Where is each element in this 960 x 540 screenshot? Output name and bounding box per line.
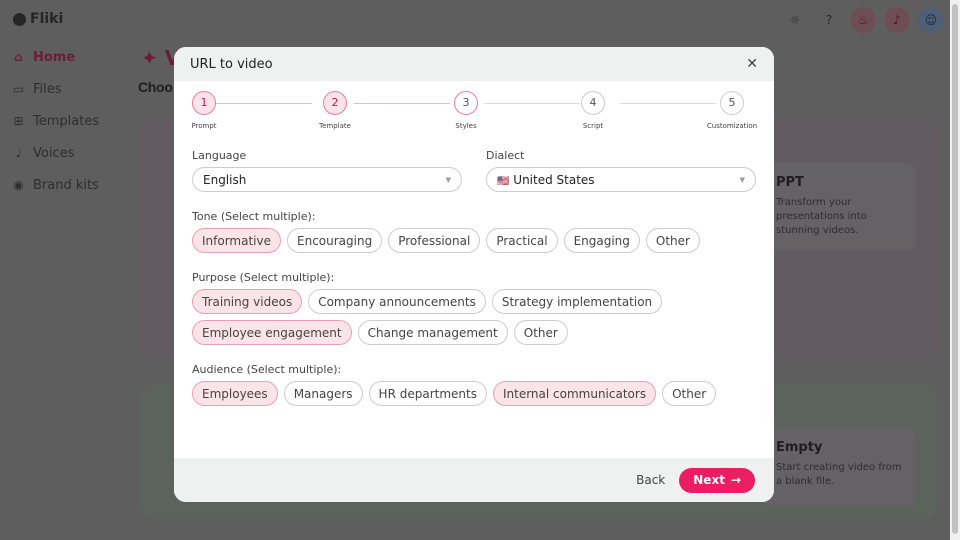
step-number: 5: [720, 91, 744, 115]
sidebar-item-files[interactable]: ▭ Files: [12, 73, 99, 105]
sidebar-item-brand-kits[interactable]: ◉ Brand kits: [12, 169, 99, 201]
tone-group: Tone (Select multiple): Informative Encour…: [192, 210, 756, 253]
step-number: 2: [323, 91, 347, 115]
folder-icon: ▭: [12, 82, 25, 96]
tone-chip[interactable]: Professional: [388, 228, 481, 253]
audience-chip[interactable]: Employees: [192, 381, 278, 406]
language-label: Language: [192, 149, 247, 162]
topbar-icons: ☼ ? ♨ ♪ ☺: [782, 7, 944, 33]
stepper: 1 Prompt 2 Template 3 Styles 4 Script 5 Custo…: [191, 81, 757, 141]
fliki-logo-icon: [13, 12, 26, 26]
tone-chip[interactable]: Informative: [192, 228, 281, 253]
sun-icon[interactable]: ☼: [782, 7, 808, 33]
ppt-card[interactable]: PPT Transform your presentations into stu…: [760, 163, 916, 250]
audience-group: Audience (Select multiple): Employees Mana…: [192, 363, 756, 406]
dialect-label: Dialect: [486, 149, 525, 162]
audience-chip[interactable]: Managers: [283, 381, 363, 406]
choose-heading: Choo: [138, 79, 173, 95]
dialect-value: United States: [513, 172, 595, 187]
arrow-right-icon: →: [730, 473, 741, 487]
microphone-icon: ♩: [15, 146, 22, 160]
next-label: Next: [693, 473, 725, 487]
step-label: Customization: [706, 122, 758, 130]
card-title: Empty: [776, 440, 823, 455]
dialog-header: URL to video ✕: [174, 47, 774, 81]
empty-card[interactable]: Empty Start creating video from a blank f…: [760, 428, 916, 506]
purpose-chip[interactable]: Training videos: [192, 289, 303, 314]
step-script[interactable]: 4 Script: [563, 91, 623, 130]
tone-chips: Informative Encouraging Professional Practi…: [192, 228, 756, 253]
purpose-chip[interactable]: Change management: [357, 320, 508, 345]
scrollbar-thumb[interactable]: [952, 4, 958, 534]
palette-icon: ◉: [13, 178, 24, 192]
purpose-chips: Training videos Company announcements Stra…: [192, 289, 756, 345]
tone-label: Tone (Select multiple):: [192, 210, 316, 223]
close-icon[interactable]: ✕: [746, 56, 758, 72]
tone-chip[interactable]: Other: [645, 228, 700, 253]
step-customization[interactable]: 5 Customization: [702, 91, 762, 130]
sidebar-item-label: Brand kits: [33, 177, 99, 193]
step-template[interactable]: 2 Template: [305, 91, 365, 130]
tone-chip[interactable]: Encouraging: [287, 228, 383, 253]
step-label: Template: [319, 122, 351, 130]
step-label: Styles: [455, 122, 477, 130]
templates-icon: ⊞: [13, 114, 24, 128]
sidebar-item-label: Templates: [33, 113, 100, 129]
purpose-label: Purpose (Select multiple):: [192, 271, 335, 284]
help-icon[interactable]: ?: [816, 7, 842, 33]
audience-chip[interactable]: Other: [662, 381, 717, 406]
step-prompt[interactable]: 1 Prompt: [174, 91, 234, 130]
fire-icon[interactable]: ♨: [850, 7, 876, 33]
audience-chips: Employees Managers HR departments Internal …: [192, 381, 756, 406]
purpose-chip[interactable]: Strategy implementation: [491, 289, 663, 314]
audience-chip[interactable]: HR departments: [368, 381, 487, 406]
card-desc: Start creating video from a blank file.: [776, 462, 902, 487]
dialog-title: URL to video: [190, 56, 273, 72]
logo[interactable]: Fliki: [13, 11, 63, 27]
sidebar-item-templates[interactable]: ⊞ Templates: [12, 105, 99, 137]
card-desc: Transform your presentations into stunni…: [776, 197, 867, 236]
back-button[interactable]: Back: [636, 473, 665, 487]
step-styles[interactable]: 3 Styles: [436, 91, 496, 130]
step-number: 3: [454, 91, 478, 115]
user-icon[interactable]: ☺: [918, 7, 944, 33]
us-flag-icon: 🇺🇸: [497, 175, 510, 187]
dialog-footer: Back Next →: [174, 458, 774, 502]
step-label: Script: [582, 122, 604, 130]
language-value: English: [203, 172, 247, 187]
chevron-down-icon: ▼: [445, 175, 451, 184]
purpose-group: Purpose (Select multiple): Training video…: [192, 271, 756, 345]
sidebar-item-label: Files: [33, 81, 62, 97]
bell-icon[interactable]: ♪: [884, 7, 910, 33]
language-select[interactable]: English ▼: [192, 167, 462, 192]
next-button[interactable]: Next →: [679, 467, 755, 493]
card-title: PPT: [776, 175, 804, 190]
home-icon: ⌂: [14, 50, 23, 64]
sidebar-item-home[interactable]: ⌂ Home: [12, 41, 99, 73]
purpose-chip[interactable]: Employee engagement: [192, 320, 352, 345]
step-label: Prompt: [191, 122, 217, 130]
scrollbar[interactable]: [950, 0, 960, 540]
dialect-select[interactable]: 🇺🇸 United States ▼: [486, 167, 756, 192]
sidebar-item-label: Voices: [33, 145, 75, 161]
audience-label: Audience (Select multiple):: [192, 363, 342, 376]
purpose-chip[interactable]: Company announcements: [308, 289, 486, 314]
chevron-down-icon: ▼: [739, 175, 745, 184]
sidebar: ⌂ Home ▭ Files ⊞ Templates ♩ Voices ◉ Brand k…: [12, 41, 99, 201]
sidebar-item-voices[interactable]: ♩ Voices: [12, 137, 99, 169]
step-number: 4: [581, 91, 605, 115]
tone-chip[interactable]: Practical: [486, 228, 558, 253]
tone-chip[interactable]: Engaging: [563, 228, 640, 253]
audience-chip[interactable]: Internal communicators: [492, 381, 657, 406]
dialog-form: Language English ▼ Dialect 🇺🇸 United Stat…: [174, 149, 774, 406]
purpose-chip[interactable]: Other: [513, 320, 568, 345]
sidebar-item-label: Home: [33, 49, 76, 65]
app-name: Fliki: [30, 11, 64, 27]
step-number: 1: [192, 91, 216, 115]
url-to-video-dialog: URL to video ✕ 1 Prompt 2 Template 3 Styles…: [174, 47, 774, 502]
